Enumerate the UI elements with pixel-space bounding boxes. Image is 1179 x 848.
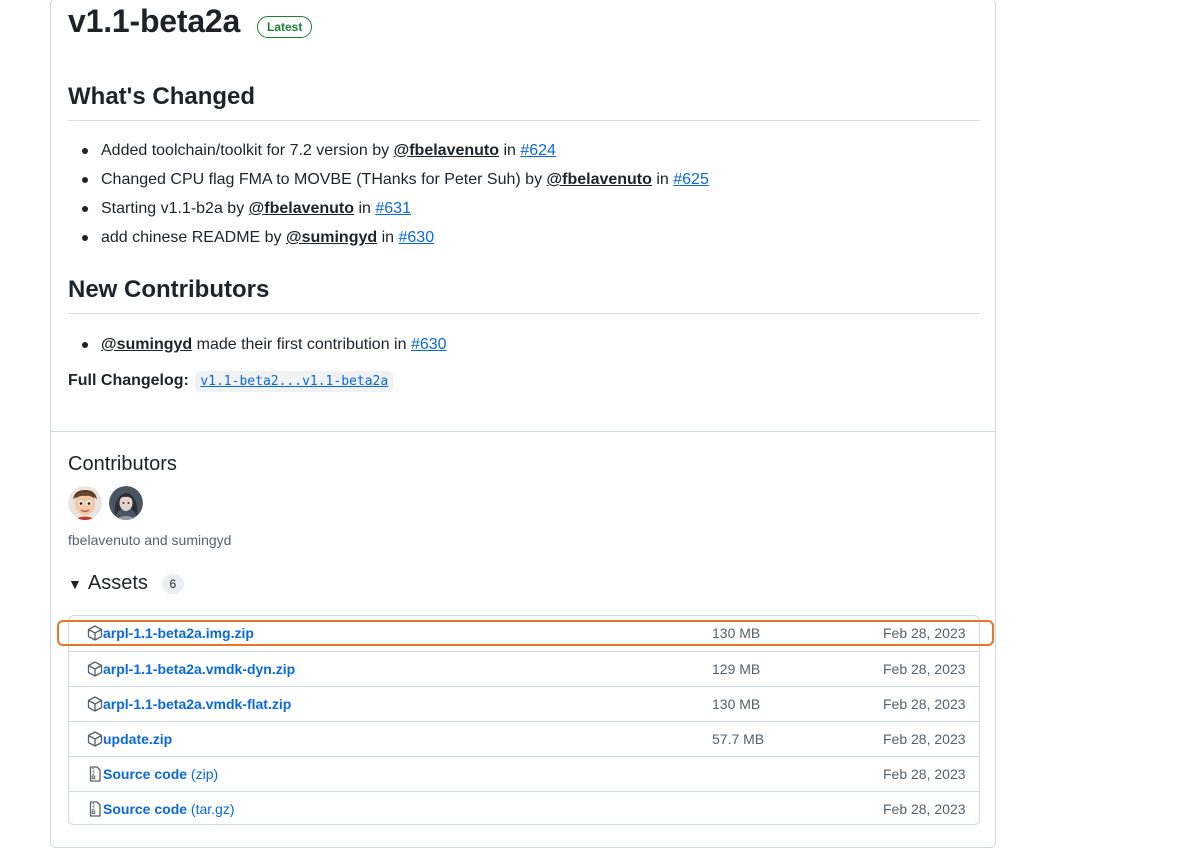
- section-divider: [51, 431, 995, 432]
- assets-table: arpl-1.1-beta2a.img.zip 130 MB Feb 28, 2…: [68, 615, 980, 825]
- caret-down-icon: ▼: [68, 575, 82, 592]
- avatar-sumingyd[interactable]: [109, 486, 143, 520]
- asset-download-link[interactable]: Source code (tar.gz): [103, 801, 235, 817]
- release-title[interactable]: v1.1-beta2a: [68, 3, 240, 40]
- file-zip-icon: [89, 801, 101, 817]
- asset-date: Feb 28, 2023: [883, 696, 966, 712]
- asset-download-link[interactable]: update.zip: [103, 731, 172, 747]
- pr-link[interactable]: #631: [375, 200, 411, 217]
- list-item: Changed CPU flag FMA to MOVBE (THanks fo…: [68, 165, 709, 194]
- asset-row: arpl-1.1-beta2a.vmdk-flat.zip 130 MB Feb…: [69, 686, 979, 722]
- asset-row: Source code (zip) Feb 28, 2023: [69, 756, 979, 792]
- author-link[interactable]: @sumingyd: [286, 229, 377, 246]
- asset-date: Feb 28, 2023: [883, 661, 966, 677]
- list-item: Added toolchain/toolkit for 7.2 version …: [68, 136, 709, 165]
- author-link[interactable]: @fbelavenuto: [249, 200, 354, 217]
- asset-download-link[interactable]: Source code (zip): [103, 766, 218, 782]
- asset-download-link[interactable]: arpl-1.1-beta2a.vmdk-dyn.zip: [103, 661, 295, 677]
- pr-link[interactable]: #630: [411, 336, 447, 353]
- author-link[interactable]: @sumingyd: [101, 336, 192, 353]
- package-icon: [87, 731, 103, 747]
- asset-row: Source code (tar.gz) Feb 28, 2023: [69, 791, 979, 827]
- list-item: @sumingyd made their first contribution …: [68, 330, 447, 359]
- asset-date: Feb 28, 2023: [883, 801, 966, 817]
- changes-list: Added toolchain/toolkit for 7.2 version …: [68, 136, 709, 252]
- asset-size: 130 MB: [712, 625, 761, 641]
- package-icon: [87, 661, 103, 677]
- whats-changed-heading: What's Changed: [68, 83, 256, 110]
- asset-date: Feb 28, 2023: [883, 625, 966, 641]
- author-link[interactable]: @fbelavenuto: [547, 171, 652, 188]
- asset-row: update.zip 57.7 MB Feb 28, 2023: [69, 721, 979, 757]
- list-item: add chinese README by @sumingyd in #630: [68, 223, 709, 252]
- divider: [68, 313, 980, 314]
- asset-row: arpl-1.1-beta2a.vmdk-dyn.zip 129 MB Feb …: [69, 651, 979, 687]
- pr-link[interactable]: #624: [520, 142, 556, 159]
- asset-size: 129 MB: [712, 661, 761, 677]
- contributors-heading: Contributors: [68, 453, 177, 475]
- assets-count-badge: 6: [161, 573, 184, 594]
- file-zip-icon: [89, 766, 101, 782]
- asset-size: 130 MB: [712, 696, 761, 712]
- asset-date: Feb 28, 2023: [883, 766, 966, 782]
- assets-toggle[interactable]: ▼ Assets 6: [68, 572, 184, 595]
- package-icon: [87, 625, 103, 641]
- new-contributors-list: @sumingyd made their first contribution …: [68, 330, 447, 359]
- changelog-compare-link[interactable]: v1.1-beta2...v1.1-beta2a: [195, 371, 394, 392]
- pr-link[interactable]: #625: [673, 171, 709, 188]
- release-card: v1.1-beta2a Latest What's Changed Added …: [50, 0, 996, 848]
- latest-badge: Latest: [257, 16, 313, 38]
- avatar-fbelavenuto[interactable]: [68, 486, 102, 520]
- full-changelog: Full Changelog: v1.1-beta2...v1.1-beta2a: [68, 371, 394, 392]
- pr-link[interactable]: #630: [399, 229, 435, 246]
- contributors-names: fbelavenuto and sumingyd: [68, 532, 232, 548]
- author-link[interactable]: @fbelavenuto: [394, 142, 499, 159]
- asset-date: Feb 28, 2023: [883, 731, 966, 747]
- full-changelog-label: Full Changelog: [68, 372, 184, 389]
- new-contributors-heading: New Contributors: [68, 276, 270, 303]
- package-icon: [87, 696, 103, 712]
- divider: [68, 120, 980, 121]
- asset-download-link[interactable]: arpl-1.1-beta2a.vmdk-flat.zip: [103, 696, 291, 712]
- asset-size: 57.7 MB: [712, 731, 765, 747]
- asset-download-link[interactable]: arpl-1.1-beta2a.img.zip: [103, 625, 254, 641]
- list-item: Starting v1.1-b2a by @fbelavenuto in #63…: [68, 194, 709, 223]
- assets-heading: Assets: [87, 572, 148, 594]
- asset-row: arpl-1.1-beta2a.img.zip 130 MB Feb 28, 2…: [69, 616, 979, 651]
